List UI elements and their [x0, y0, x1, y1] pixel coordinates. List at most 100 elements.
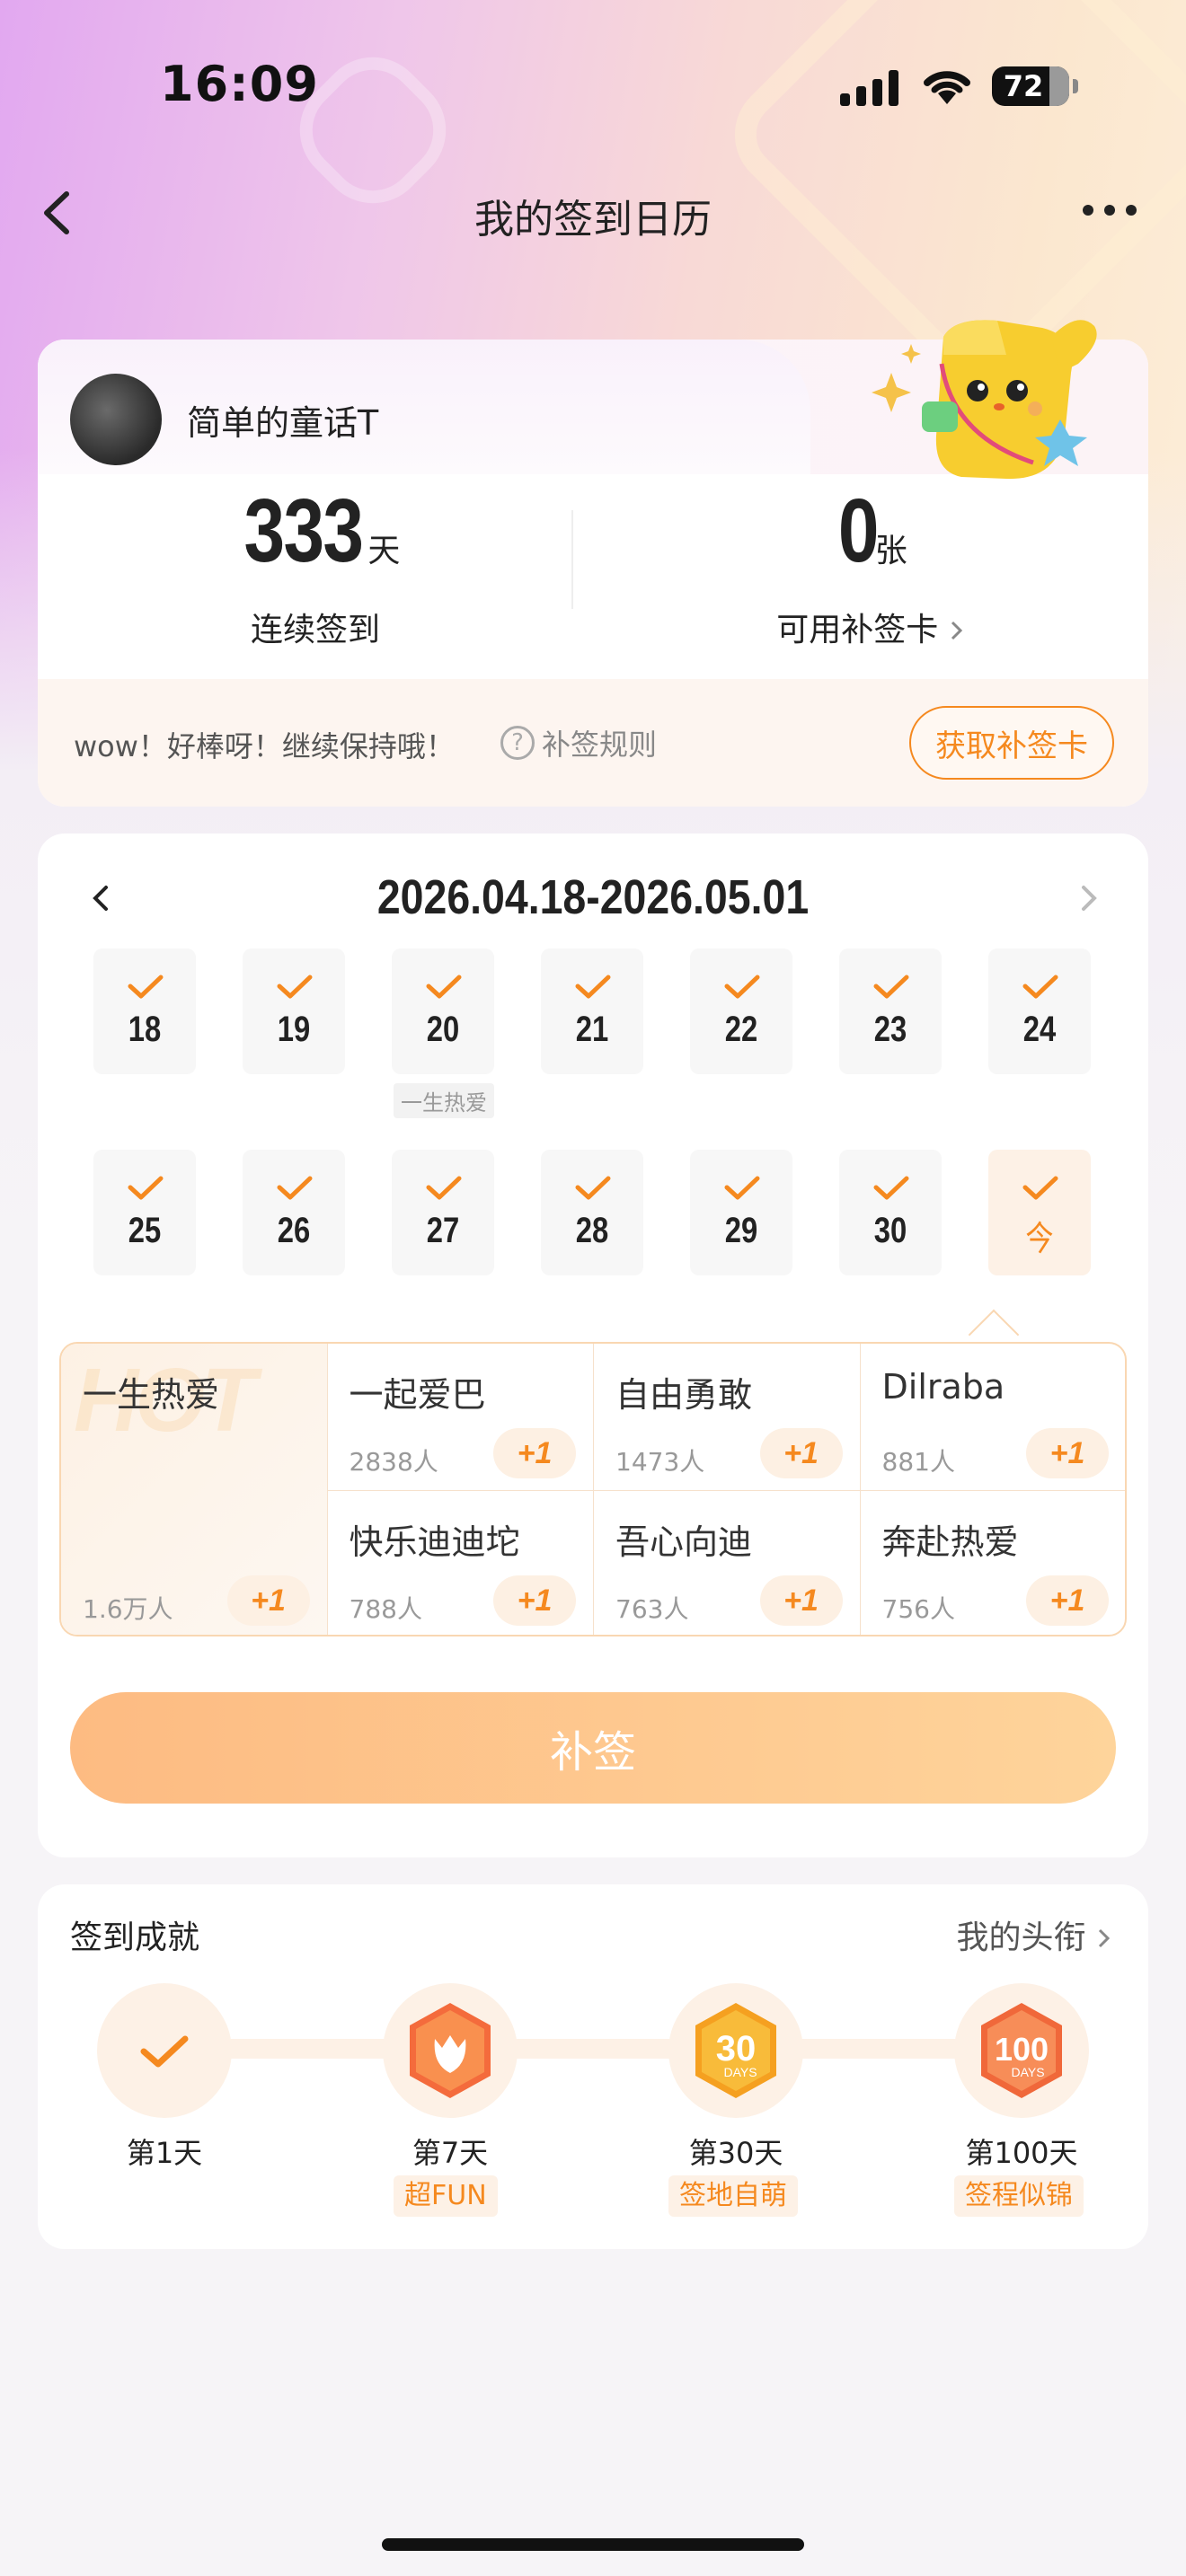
rules-label: 补签规则 [542, 728, 658, 762]
group-name: 自由勇敢 [615, 1375, 753, 1415]
status-bar: 16:09 72 [0, 0, 1186, 171]
check-icon [575, 1176, 611, 1200]
join-group-button[interactable]: +1 [759, 1575, 843, 1626]
rules-link[interactable]: ? 补签规则 [500, 722, 657, 763]
fan-group-cell[interactable]: 自由勇敢 1473人 +1 [594, 1344, 861, 1491]
chevron-right-icon [1098, 1928, 1111, 1948]
day-tile[interactable]: 20 [392, 948, 494, 1074]
streak-label: 连续签到 [250, 612, 380, 648]
day-number: 27 [426, 1211, 460, 1250]
group-name: Dilraba [881, 1367, 1005, 1407]
cellular-signal-icon [840, 70, 898, 106]
group-member-count: 788人 [349, 1594, 422, 1624]
badge-day7[interactable] [383, 1983, 518, 2118]
group-name: 一起爱巴 [349, 1375, 486, 1415]
day-number: 20 [426, 1010, 460, 1049]
check-icon [128, 1176, 164, 1200]
avatar[interactable] [70, 374, 162, 465]
fan-group-cell[interactable]: 奔赴热爱 756人 +1 [861, 1491, 1126, 1635]
day-tile[interactable]: 29 [690, 1150, 792, 1275]
day-tile[interactable]: 21 [541, 948, 643, 1074]
join-group-button[interactable]: +1 [1026, 1428, 1109, 1478]
stat-divider [571, 510, 573, 609]
day-number: 29 [724, 1211, 758, 1250]
group-member-count: 756人 [881, 1594, 955, 1624]
chevron-right-icon [951, 621, 962, 640]
day-tile[interactable]: 30 [839, 1150, 942, 1275]
prev-week-icon[interactable] [83, 880, 119, 916]
achievements-card: 签到成就 我的头衔 30 DAYS 100 DAYS 第1天 第7天 第30天 [38, 1884, 1148, 2249]
next-week-icon[interactable] [1071, 880, 1107, 916]
fan-group-cell[interactable]: 吾心向迪 763人 +1 [594, 1491, 861, 1635]
day-number: 21 [575, 1010, 609, 1049]
day-tile[interactable]: 22 [690, 948, 792, 1074]
day-tile[interactable]: 23 [839, 948, 942, 1074]
group-member-count: 2838人 [349, 1447, 438, 1477]
day-tile[interactable]: 28 [541, 1150, 643, 1275]
day-tile[interactable]: 25 [93, 1150, 196, 1275]
fan-group-cell[interactable]: Dilraba 881人 +1 [860, 1344, 1125, 1491]
check-icon [426, 1176, 462, 1200]
badge-day30[interactable]: 30 DAYS [668, 1983, 803, 2118]
join-group-button[interactable]: +1 [493, 1428, 576, 1478]
group-name: 快乐迪迪坨 [349, 1522, 520, 1562]
my-titles-link[interactable]: 我的头衔 [957, 1911, 1112, 1958]
cards-label-row: 可用补签卡 [593, 604, 1148, 650]
fan-group-cell[interactable]: 快乐迪迪坨 788人 +1 [328, 1491, 594, 1635]
day-number: 28 [575, 1211, 609, 1250]
get-makeup-card-button[interactable]: 获取补签卡 [909, 706, 1114, 780]
fan-groups-panel: HOT 一生热爱 1.6万人 +1 一起爱巴 2838人 +1 自由勇敢 1473人 +1 Dilr… [59, 1342, 1127, 1636]
group-name: 一生热爱 [83, 1375, 220, 1415]
date-range: 2026.04.18-2026.05.01 [376, 870, 810, 924]
streak-stat: 333 天 连续签到 [38, 474, 593, 672]
check-icon [128, 975, 164, 999]
join-group-button[interactable]: +1 [759, 1428, 843, 1478]
home-indicator [382, 2538, 804, 2551]
badge-day1[interactable] [97, 1983, 232, 2118]
day-tile[interactable]: 27 [392, 1150, 494, 1275]
makeup-cards-stat[interactable]: 0张 可用补签卡 [593, 474, 1148, 672]
day-tile[interactable]: 19 [243, 948, 345, 1074]
tip-row: wow！好棒呀！继续保持哦！ ? 补签规则 获取补签卡 [38, 679, 1148, 807]
day-number: 22 [724, 1010, 758, 1049]
join-group-button[interactable]: +1 [493, 1575, 576, 1626]
fan-group-cell[interactable]: HOT 一生热爱 1.6万人 +1 [61, 1344, 328, 1635]
badge-title-tag: 签地自萌 [668, 2175, 798, 2217]
nav-bar: 我的签到日历 [0, 171, 1186, 251]
battery-cap [1073, 79, 1078, 93]
my-titles-label: 我的头衔 [956, 1919, 1086, 1956]
badge-day100[interactable]: 100 DAYS [954, 1983, 1089, 2118]
achievements-title: 签到成就 [70, 1919, 200, 1956]
check-icon [873, 1176, 909, 1200]
username: 简单的童话T [187, 403, 379, 443]
join-group-button[interactable]: +1 [1026, 1575, 1109, 1626]
day-tile[interactable]: 18 [93, 948, 196, 1074]
day-number: 23 [873, 1010, 907, 1049]
day-tile[interactable]: 24 [988, 948, 1091, 1074]
group-member-count: 1473人 [615, 1447, 705, 1477]
join-group-button[interactable]: +1 [226, 1575, 310, 1626]
day-number: 今 [1025, 1219, 1054, 1258]
fan-group-cell[interactable]: 一起爱巴 2838人 +1 [327, 1344, 594, 1491]
group-member-count: 881人 [881, 1447, 955, 1477]
badge-100-number: 100 [995, 2031, 1049, 2068]
check-icon [140, 2035, 189, 2068]
badge-title-tag: 签程似锦 [954, 2175, 1084, 2217]
check-icon [1022, 975, 1058, 999]
achievement-track [164, 2039, 1026, 2059]
day-tile[interactable]: 26 [243, 1150, 345, 1275]
check-icon [426, 975, 462, 999]
day-number: 24 [1022, 1010, 1057, 1049]
day-number: 26 [277, 1211, 311, 1250]
hexagon-badge-icon: 30 DAYS [695, 2003, 776, 2098]
day-number: 18 [128, 1010, 162, 1049]
more-dots-icon[interactable] [1083, 205, 1137, 216]
group-name: 奔赴热爱 [881, 1522, 1019, 1562]
group-member-count: 1.6万人 [83, 1594, 173, 1624]
status-time: 16:09 [160, 56, 319, 112]
day-tile-today[interactable]: 今 [988, 1150, 1091, 1275]
day-number: 30 [873, 1211, 907, 1250]
badge-title-tag: 超FUN [394, 2175, 498, 2217]
makeup-checkin-button[interactable]: 补签 [70, 1692, 1116, 1804]
encourage-text: wow！好棒呀！继续保持哦！ [74, 729, 455, 763]
